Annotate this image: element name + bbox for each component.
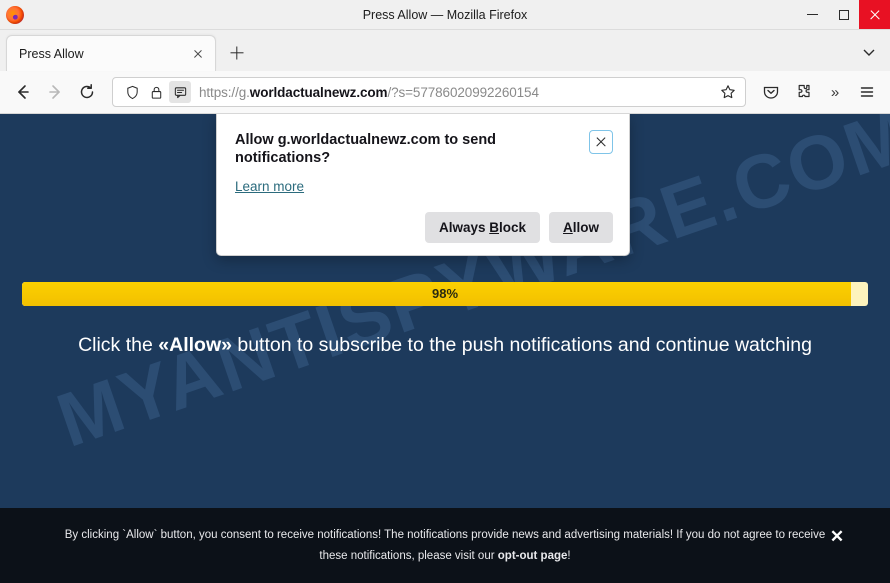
bookmark-star-icon[interactable] <box>717 81 739 103</box>
page-viewport: MYANTISPYWARE.COM 98% Click the «Allow» … <box>0 114 890 583</box>
browser-tab[interactable]: Press Allow <box>6 35 216 71</box>
cta-suffix: button to subscribe to the push notifica… <box>231 334 812 356</box>
firefox-logo <box>6 5 24 24</box>
maximize-button[interactable] <box>828 0 859 29</box>
cta-allow-word: «Allow» <box>158 334 232 356</box>
block-label-prefix: Always <box>438 220 490 236</box>
consent-bar: By clicking `Allow` button, you consent … <box>0 508 890 583</box>
progress-percent-label: 98% <box>431 286 459 301</box>
notification-bubble-icon[interactable] <box>169 81 191 103</box>
forward-button[interactable] <box>40 77 70 107</box>
window-titlebar: Press Allow — Mozilla Firefox <box>0 0 890 30</box>
url-host-prefix: g. <box>238 84 250 100</box>
opt-out-link[interactable]: opt-out page <box>498 550 568 562</box>
window-title: Press Allow — Mozilla Firefox <box>362 7 528 22</box>
list-all-tabs-icon[interactable] <box>858 41 880 63</box>
allow-button[interactable]: Allow <box>549 212 613 244</box>
consent-close-icon[interactable]: ✕ <box>826 525 848 547</box>
block-label-suffix: lock <box>498 220 526 236</box>
popup-title: Allow g.worldactualnewz.com to send noti… <box>235 132 497 167</box>
allow-label-suffix: llow <box>572 220 599 236</box>
url-text[interactable]: https://g.worldactualnewz.com/?s=5778602… <box>199 85 711 100</box>
pocket-icon[interactable] <box>756 77 786 107</box>
learn-more-link[interactable]: Learn more <box>235 179 304 194</box>
overflow-menu-icon[interactable]: » <box>820 77 850 107</box>
reload-button[interactable] <box>72 77 102 107</box>
popup-close-icon[interactable] <box>589 130 613 154</box>
back-button[interactable] <box>8 77 38 107</box>
popup-header: Allow g.worldactualnewz.com to send noti… <box>235 130 613 167</box>
tab-title: Press Allow <box>19 46 84 61</box>
navigation-toolbar: https://g.worldactualnewz.com/?s=5778602… <box>0 71 890 114</box>
url-bar[interactable]: https://g.worldactualnewz.com/?s=5778602… <box>112 77 746 107</box>
cta-prefix: Click the <box>78 334 159 356</box>
minimize-button[interactable] <box>797 0 828 29</box>
url-path: /?s=57786020992260154 <box>387 84 539 100</box>
tab-close-icon[interactable] <box>189 45 207 63</box>
url-host: worldactualnewz.com <box>249 84 388 100</box>
url-scheme: https:// <box>199 84 239 100</box>
consent-text-part2: ! <box>567 549 571 562</box>
close-window-button[interactable] <box>859 0 890 29</box>
shield-icon[interactable] <box>121 81 143 103</box>
consent-text-part1: By clicking `Allow` button, you consent … <box>64 529 826 562</box>
notification-permission-popup: Allow g.worldactualnewz.com to send noti… <box>216 114 630 257</box>
consent-text: By clicking `Allow` button, you consent … <box>18 525 872 565</box>
tab-strip: Press Allow <box>0 30 890 71</box>
always-block-button[interactable]: Always Block <box>424 212 540 244</box>
block-accel-key: B <box>489 220 499 236</box>
popup-actions: Always Block Allow <box>235 212 613 244</box>
call-to-action-text: Click the «Allow» button to subscribe to… <box>0 314 890 357</box>
new-tab-button[interactable] <box>222 38 252 68</box>
allow-accel-key: A <box>563 220 573 236</box>
window-controls <box>797 0 890 29</box>
lock-icon[interactable] <box>145 81 167 103</box>
progress-bar: 98% <box>22 282 868 306</box>
extensions-puzzle-icon[interactable] <box>788 77 818 107</box>
hamburger-menu-icon[interactable] <box>852 77 882 107</box>
